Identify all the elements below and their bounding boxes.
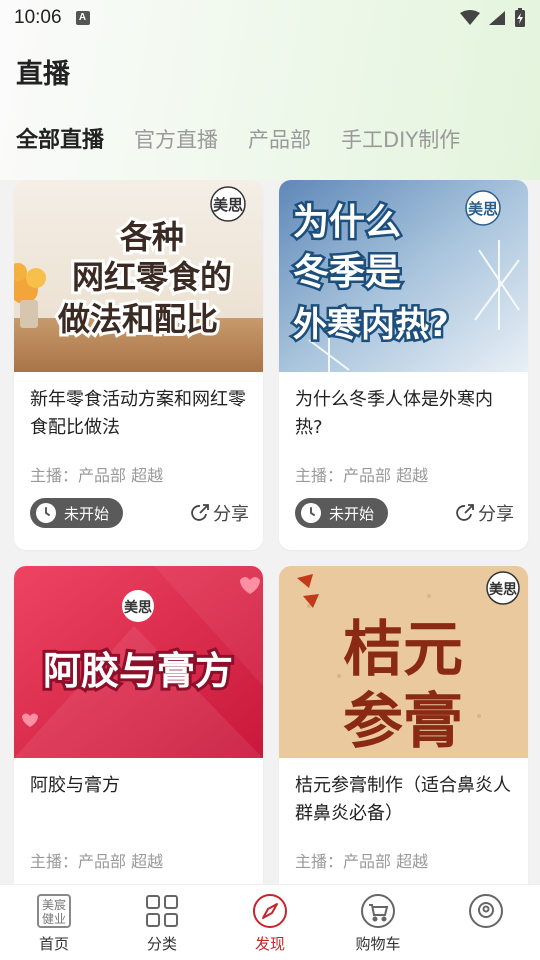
status-label: 未开始 xyxy=(64,504,110,523)
compass-icon xyxy=(252,893,288,929)
live-card[interactable]: 美思 各种 网红零食的 做法和配比 新年零食活动方案和网红零食配比做法 主播：产… xyxy=(14,180,263,550)
card-title: 为什么冬季人体是外寒内热? xyxy=(295,389,493,438)
share-icon xyxy=(456,504,474,521)
nav-label: 购物车 xyxy=(355,935,401,953)
thumb-text-line: 各种 xyxy=(120,218,184,256)
live-card[interactable]: 美思 为什么 冬季是 外寒内热? 为什么冬季人体是外寒内热? 主播：产品部 超越… xyxy=(279,180,528,550)
card-title: 新年零食活动方案和网红零食配比做法 xyxy=(30,389,246,438)
thumb-text-line: 外寒内热? xyxy=(293,305,449,345)
page-title: 直播 xyxy=(16,59,70,90)
card-thumbnail: 美思 桔元 参膏 xyxy=(279,566,528,758)
nav-category[interactable]: 分类 xyxy=(108,885,216,960)
card-thumbnail: 美思 各种 网红零食的 做法和配比 xyxy=(14,180,263,372)
thumb-text-line: 冬季是 xyxy=(293,252,401,293)
nav-home[interactable]: 美宸 健业 首页 xyxy=(0,885,108,960)
tab-all-live[interactable]: 全部直播 xyxy=(16,122,104,154)
status-badge: 未开始 xyxy=(295,498,389,528)
card-thumbnail: 美思 为什么 冬季是 外寒内热? xyxy=(279,180,528,372)
card-host: 主播：产品部 超越 xyxy=(295,466,429,485)
live-card[interactable]: 美思 桔元 参膏 桔元参膏制作（适合鼻炎人群鼻炎必备） 主播：产品部 超越 xyxy=(279,566,528,936)
status-label: 未开始 xyxy=(329,504,375,523)
share-label: 分享 xyxy=(478,504,514,525)
brand-logo-icon: 美宸 健业 xyxy=(36,893,72,929)
card-title: 桔元参膏制作（适合鼻炎人群鼻炎必备） xyxy=(295,775,511,824)
bottom-nav: 美宸 健业 首页 分类 发现 购物车 xyxy=(0,884,540,960)
cart-icon xyxy=(360,893,396,929)
live-card-grid: 美思 各种 网红零食的 做法和配比 新年零食活动方案和网红零食配比做法 主播：产… xyxy=(14,180,528,936)
nav-profile[interactable] xyxy=(432,885,540,960)
clock-icon xyxy=(301,503,321,523)
card-host: 主播：产品部 超越 xyxy=(30,466,164,485)
tab-official-live[interactable]: 官方直播 xyxy=(134,124,218,154)
category-tabs: 全部直播 官方直播 产品部 手工DIY制作 xyxy=(16,122,460,154)
thumb-text-line: 网红零食的 xyxy=(72,258,232,296)
live-card[interactable]: 美思 阿胶与膏方 阿胶与膏方 主播：产品部 超越 xyxy=(14,566,263,936)
thumb-text-line: 桔元 xyxy=(343,615,463,685)
card-host: 主播：产品部 超越 xyxy=(30,852,164,871)
status-time: 10:06 xyxy=(14,7,62,28)
nav-label: 首页 xyxy=(38,935,69,953)
nav-discover[interactable]: 发现 xyxy=(216,885,324,960)
thumb-text-line: 参膏 xyxy=(343,687,463,757)
clock-icon xyxy=(36,503,56,523)
brand-watermark: 美思 xyxy=(124,599,152,616)
tab-diy[interactable]: 手工DIY制作 xyxy=(341,124,460,154)
profile-icon xyxy=(468,893,504,929)
battery-icon xyxy=(515,8,525,27)
share-button[interactable]: 分享 xyxy=(454,500,514,526)
grid-icon xyxy=(144,893,180,929)
signal-icon xyxy=(489,11,505,25)
share-label: 分享 xyxy=(213,504,249,525)
wifi-icon xyxy=(460,10,480,25)
brand-watermark: 美思 xyxy=(213,196,243,214)
card-host: 主播：产品部 超越 xyxy=(295,852,429,871)
nav-cart[interactable]: 购物车 xyxy=(324,885,432,960)
nav-label: 分类 xyxy=(146,935,177,953)
nav-label: 发现 xyxy=(254,935,285,953)
card-thumbnail: 美思 阿胶与膏方 xyxy=(14,566,263,758)
thumb-text-line: 为什么 xyxy=(293,202,401,243)
card-title: 阿胶与膏方 xyxy=(30,775,120,796)
thumb-text-line: 做法和配比 xyxy=(57,300,218,338)
brand-watermark: 美思 xyxy=(489,581,517,598)
notification-icon: A xyxy=(75,11,90,25)
thumb-text-line: 阿胶与膏方 xyxy=(43,649,233,693)
status-bar: 10:06 A xyxy=(0,0,540,36)
share-icon xyxy=(191,504,209,521)
status-badge: 未开始 xyxy=(30,498,124,528)
brand-watermark: 美思 xyxy=(468,200,498,218)
tab-product-dept[interactable]: 产品部 xyxy=(248,124,311,154)
share-button[interactable]: 分享 xyxy=(189,500,249,526)
